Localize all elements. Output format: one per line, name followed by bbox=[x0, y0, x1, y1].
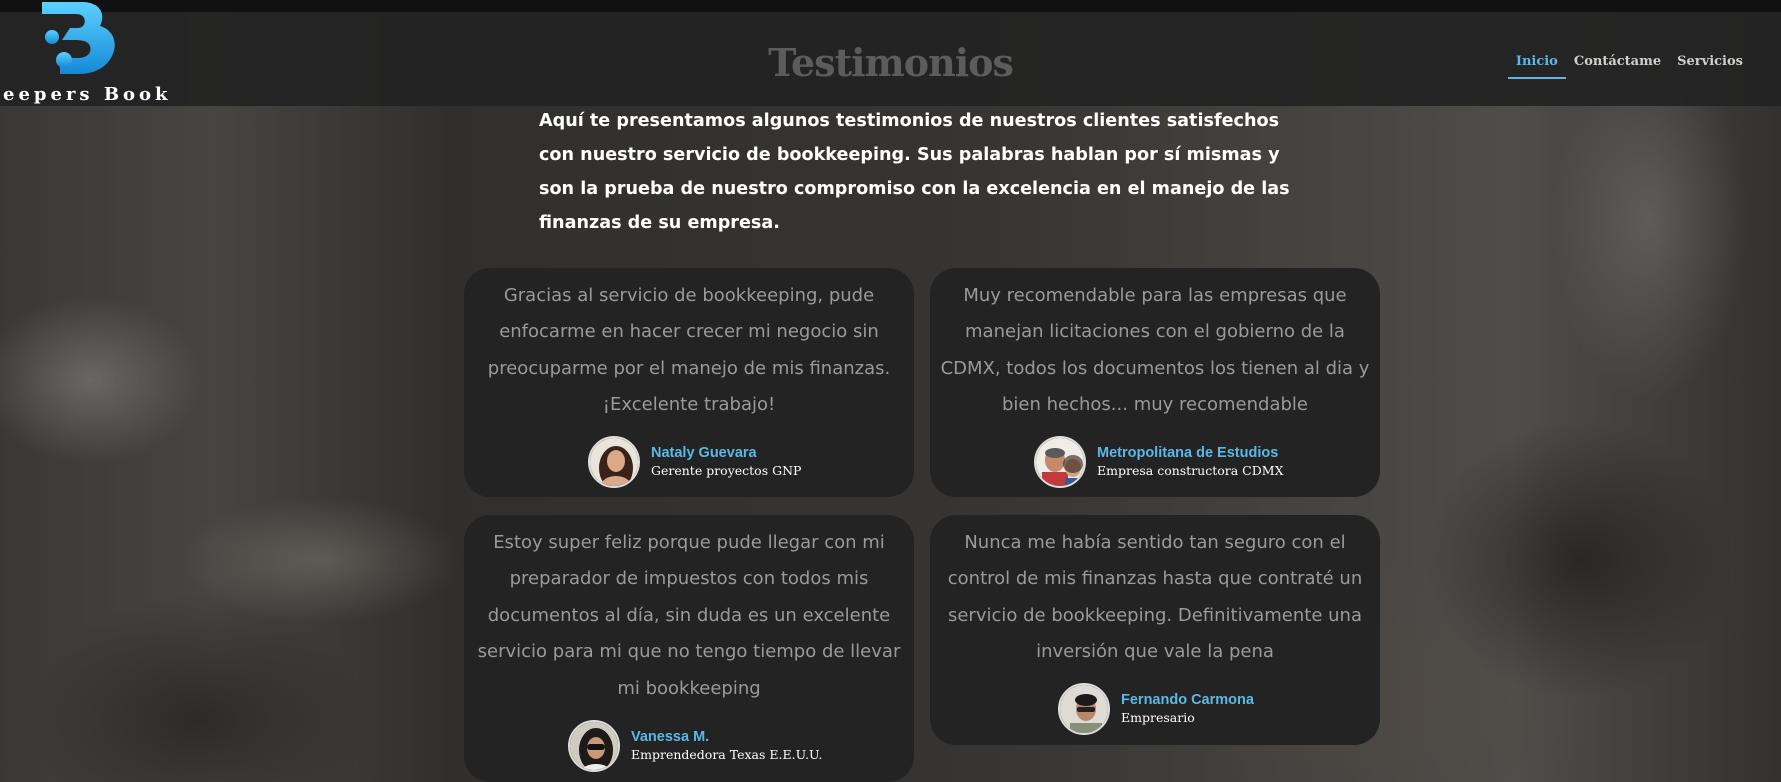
testimonial-author: Fernando Carmona Empresario bbox=[1058, 683, 1254, 735]
nav-item-inicio[interactable]: Inicio bbox=[1507, 48, 1566, 79]
logo-text: eepers Book bbox=[3, 84, 172, 105]
testimonial-card: Gracias al servicio de bookkeeping, pude… bbox=[464, 268, 914, 497]
author-name: Nataly Guevara bbox=[651, 445, 757, 461]
avatar bbox=[1058, 683, 1110, 735]
author-name: Metropolitana de Estudios bbox=[1097, 445, 1279, 461]
author-role: Empresa constructora CDMX bbox=[1097, 463, 1284, 478]
author-role: Emprendedora Texas E.E.U.U. bbox=[631, 747, 823, 762]
nav-item-servicios[interactable]: Servicios bbox=[1669, 48, 1751, 79]
author-name: Fernando Carmona bbox=[1121, 692, 1254, 708]
testimonial-quote: Gracias al servicio de bookkeeping, pude… bbox=[487, 285, 891, 416]
avatar bbox=[568, 720, 620, 772]
testimonial-author: Vanessa M. Emprendedora Texas E.E.U.U. bbox=[568, 720, 822, 772]
top-strip bbox=[0, 0, 1781, 12]
testimonial-author: Metropolitana de Estudios Empresa constr… bbox=[1034, 436, 1283, 488]
author-role: Empresario bbox=[1121, 710, 1195, 725]
testimonial-author: Nataly Guevara Gerente proyectos GNP bbox=[588, 436, 801, 488]
nav-item-contactame[interactable]: Contáctame bbox=[1566, 48, 1669, 79]
site-header: eepers Book Testimonios Inicio Contáctam… bbox=[0, 2, 1781, 106]
intro-text: Aquí te presentamos algunos testimonios … bbox=[539, 111, 1290, 233]
author-role: Gerente proyectos GNP bbox=[651, 463, 802, 478]
testimonial-card: Muy recomendable para las empresas que m… bbox=[930, 268, 1380, 497]
testimonial-quote: Muy recomendable para las empresas que m… bbox=[940, 285, 1370, 416]
testimonial-card: Estoy super feliz porque pude llegar con… bbox=[464, 515, 914, 782]
testimonial-quote: Estoy super feliz porque pude llegar con… bbox=[477, 532, 901, 699]
testimonial-card: Nunca me había sentido tan seguro con el… bbox=[930, 515, 1380, 745]
testimonial-quote: Nunca me había sentido tan seguro con el… bbox=[947, 532, 1363, 663]
author-name: Vanessa M. bbox=[631, 729, 710, 745]
avatar bbox=[1034, 436, 1086, 488]
avatar bbox=[588, 436, 640, 488]
main-nav: Inicio Contáctame Servicios bbox=[1507, 48, 1751, 79]
